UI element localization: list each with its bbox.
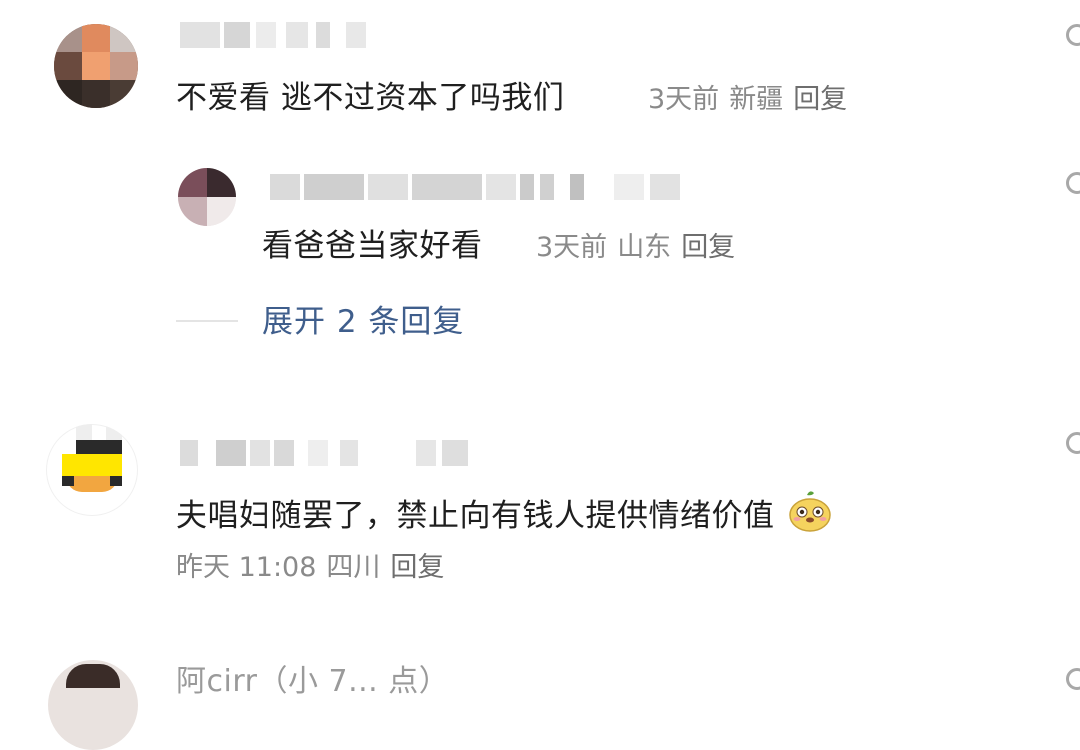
like-icon[interactable]: [1066, 432, 1080, 454]
comment-text: 不爱看 逃不过资本了吗我们: [176, 80, 565, 116]
reply-text: 看爸爸当家好看: [262, 228, 483, 264]
avatar[interactable]: [178, 168, 236, 226]
comment-meta: 昨天 11:08 四川 回复: [176, 548, 454, 588]
avatar[interactable]: [46, 424, 138, 516]
expand-divider: [176, 320, 238, 322]
like-icon[interactable]: [1066, 668, 1080, 690]
comment-time: 3天前: [648, 84, 720, 115]
cute-face-emoji-icon: [789, 491, 831, 532]
reply-location: 山东: [617, 232, 672, 263]
reply-button[interactable]: 回复: [793, 84, 847, 115]
reply-meta: 3天前 山东 回复: [536, 228, 745, 268]
username-blurred[interactable]: [270, 174, 690, 200]
username-blurred[interactable]: [180, 440, 480, 466]
avatar[interactable]: [48, 660, 138, 750]
like-icon[interactable]: [1066, 24, 1080, 46]
reply-time: 3天前: [536, 232, 608, 263]
comment-text: 夫唱妇随罢了，禁止向有钱人提供情绪价值: [176, 488, 833, 536]
comment-time: 昨天 11:08: [176, 552, 317, 583]
like-icon[interactable]: [1066, 172, 1080, 194]
comment-text-content: 夫唱妇随罢了，禁止向有钱人提供情绪价值: [176, 498, 775, 534]
expand-replies-link[interactable]: 展开 2 条回复: [262, 302, 464, 342]
username-blurred[interactable]: [180, 22, 370, 48]
reply-button[interactable]: 回复: [390, 552, 444, 583]
comment-location: 新疆: [729, 84, 784, 115]
comment-location: 四川: [326, 552, 381, 583]
comment-meta: 3天前 新疆 回复: [648, 80, 857, 120]
username-partial[interactable]: 阿cirr（小 7... 点）: [176, 662, 449, 702]
reply-button[interactable]: 回复: [681, 232, 735, 263]
avatar[interactable]: [54, 24, 138, 108]
